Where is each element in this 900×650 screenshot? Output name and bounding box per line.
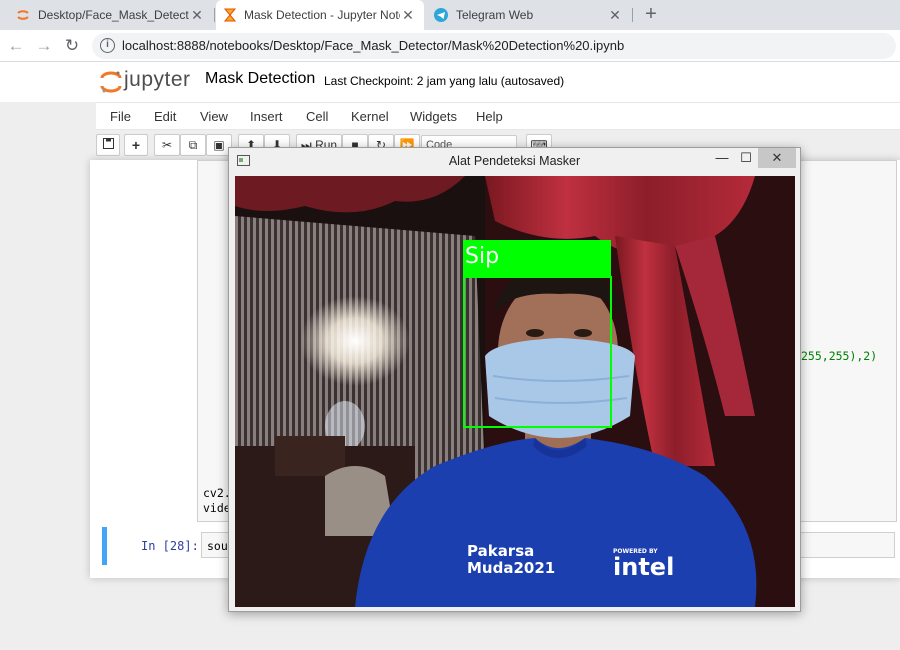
- camera-feed: Pakarsa Muda2021 POWERED BY intel Sip: [235, 176, 795, 607]
- code-line: cv2.: [203, 486, 231, 500]
- copy-button[interactable]: ⧉: [180, 134, 206, 156]
- reload-icon[interactable]: ↻: [62, 36, 82, 56]
- tab-title: Desktop/Face_Mask_Detector/: [38, 8, 189, 22]
- url-text: localhost:8888/notebooks/Desktop/Face_Ma…: [122, 38, 625, 53]
- jupyter-logo-icon[interactable]: [100, 70, 122, 94]
- close-tab-icon[interactable]: ✕: [189, 7, 205, 24]
- tab-separator: [632, 8, 633, 22]
- save-icon: [102, 138, 114, 149]
- jupyter-logo-text[interactable]: jupyter: [124, 68, 191, 92]
- menu-help[interactable]: Help: [476, 109, 503, 124]
- close-window-icon[interactable]: ✕: [758, 148, 796, 168]
- paste-icon: ▣: [213, 138, 225, 152]
- jupyter-favicon-icon: [17, 10, 29, 20]
- menu-view[interactable]: View: [200, 109, 228, 124]
- copy-icon: ⧉: [188, 138, 198, 152]
- code-line: vide: [203, 501, 231, 515]
- window-titlebar[interactable]: Alat Pendeteksi Masker — ☐ ✕: [229, 148, 800, 176]
- address-bar-row: ← → ↻ i localhost:8888/notebooks/Desktop…: [0, 30, 900, 62]
- menu-insert[interactable]: Insert: [250, 109, 283, 124]
- code-fragment: 255,255),2): [801, 349, 878, 363]
- forward-arrow-icon[interactable]: →: [34, 36, 54, 56]
- menu-bar: File Edit View Insert Cell Kernel Widget…: [96, 102, 900, 130]
- hourglass-icon: [224, 8, 236, 22]
- detection-label: Sip: [465, 244, 500, 269]
- tab-separator: [214, 8, 215, 22]
- face-bounding-box: [463, 276, 612, 428]
- opencv-window[interactable]: Alat Pendeteksi Masker — ☐ ✕ Pakarsa Mud…: [228, 147, 801, 612]
- tab-title: Mask Detection - Jupyter Notebo: [244, 8, 400, 22]
- insert-cell-button[interactable]: +: [124, 134, 148, 156]
- new-tab-button[interactable]: +: [640, 3, 662, 27]
- menu-edit[interactable]: Edit: [154, 109, 176, 124]
- cut-button[interactable]: ✂: [154, 134, 180, 156]
- menu-widgets[interactable]: Widgets: [410, 109, 457, 124]
- browser-tab-bar: Desktop/Face_Mask_Detector/ ✕ Mask Detec…: [0, 0, 900, 30]
- shirt-text: intel: [613, 553, 675, 581]
- back-arrow-icon[interactable]: ←: [6, 36, 26, 56]
- scissors-icon: ✂: [161, 138, 173, 152]
- notebook-title[interactable]: Mask Detection: [205, 70, 315, 88]
- checkpoint-status: Last Checkpoint: 2 jam yang lalu (autosa…: [324, 74, 565, 88]
- tab-desktop[interactable]: Desktop/Face_Mask_Detector/ ✕: [8, 0, 213, 30]
- cell-prompt: In [28]:: [141, 539, 199, 553]
- save-button[interactable]: [96, 134, 120, 156]
- shirt-print-right: POWERED BY intel: [613, 548, 674, 579]
- tab-title: Telegram Web: [456, 8, 534, 22]
- menu-file[interactable]: File: [110, 109, 131, 124]
- jupyter-header: jupyter Mask Detection Last Checkpoint: …: [0, 62, 900, 102]
- close-tab-icon[interactable]: ✕: [607, 7, 623, 24]
- telegram-icon: [434, 8, 448, 22]
- menu-cell[interactable]: Cell: [306, 109, 328, 124]
- plus-icon: +: [131, 137, 141, 153]
- info-icon[interactable]: i: [100, 38, 115, 53]
- shirt-text: Muda2021: [467, 559, 556, 577]
- detection-label-box: Sip: [463, 240, 611, 276]
- tab-telegram[interactable]: Telegram Web ✕: [426, 0, 631, 30]
- tab-mask-detection[interactable]: Mask Detection - Jupyter Notebo ✕: [216, 0, 424, 30]
- maximize-icon[interactable]: ☐: [731, 148, 761, 168]
- url-field[interactable]: i localhost:8888/notebooks/Desktop/Face_…: [92, 33, 896, 59]
- shirt-print-left: Pakarsa Muda2021: [467, 543, 555, 577]
- menu-kernel[interactable]: Kernel: [351, 109, 389, 124]
- shirt-text: Pakarsa: [467, 542, 535, 560]
- close-tab-icon[interactable]: ✕: [400, 7, 416, 24]
